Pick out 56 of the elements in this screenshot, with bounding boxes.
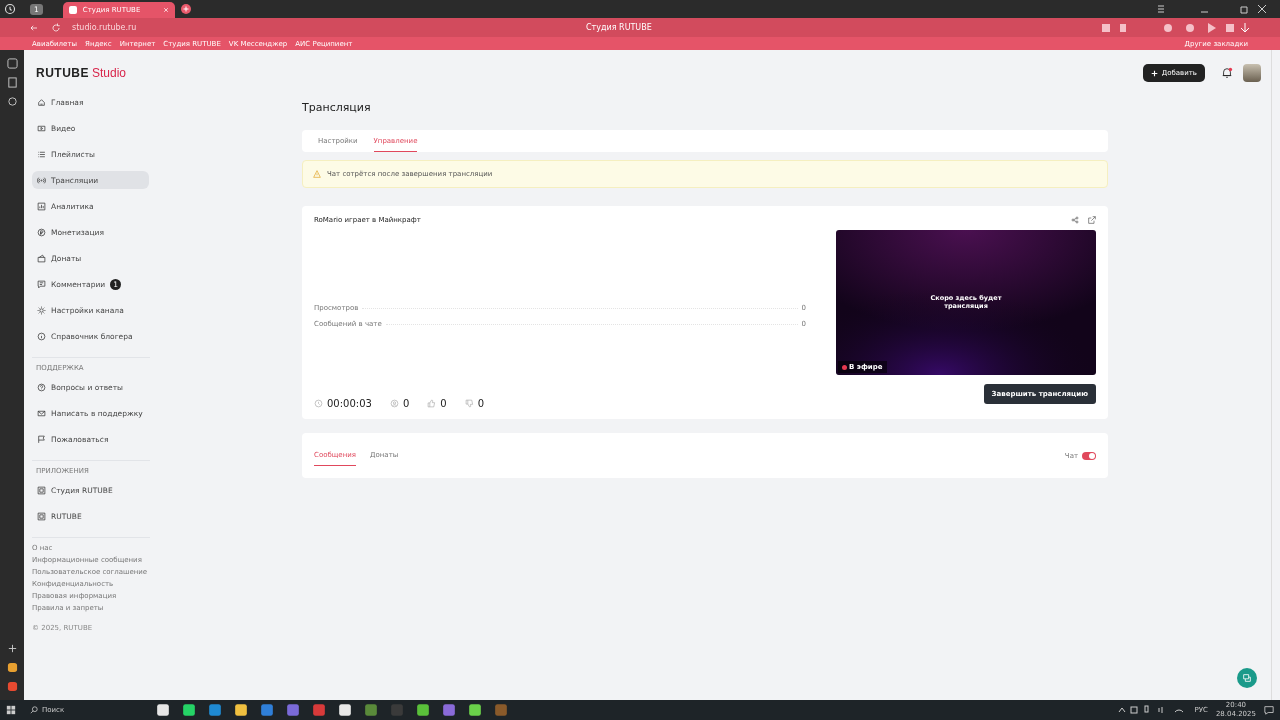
counter-value: 0 [477, 398, 485, 409]
app-icon[interactable] [6, 662, 18, 673]
thumbs-up-icon [427, 399, 437, 408]
search-icon [30, 706, 38, 714]
chart-icon [37, 201, 46, 211]
settings-icon [37, 305, 46, 315]
question-icon [37, 382, 46, 392]
flag-icon [37, 434, 46, 444]
window-controls-icon[interactable] [1156, 4, 1266, 14]
mail-icon [37, 408, 46, 418]
thumbs-down-icon [464, 399, 474, 408]
history-icon[interactable] [4, 3, 16, 15]
close-icon[interactable] [162, 7, 169, 13]
taskbar-app-icon[interactable] [182, 703, 196, 717]
taskbar-app-icon[interactable] [416, 703, 430, 717]
duration: 00:00:03 [327, 398, 372, 409]
person-icon [389, 399, 399, 408]
app-icon [37, 485, 46, 495]
share-icon[interactable] [1071, 216, 1079, 224]
chat-icon [1242, 673, 1252, 683]
broadcast-icon [37, 175, 46, 185]
help-button[interactable] [1237, 668, 1257, 688]
coin-icon [37, 227, 46, 237]
page-title: Студия RUTUBE [586, 23, 652, 32]
external-link-icon[interactable] [1088, 216, 1096, 224]
warning-icon [313, 170, 321, 178]
sidebar-panel-icon[interactable] [6, 58, 18, 69]
app-icon[interactable] [6, 681, 18, 692]
bell-icon[interactable] [1221, 67, 1233, 79]
logo[interactable]: RUTUBE Studio [36, 66, 127, 80]
taskbar-app-icon[interactable] [338, 703, 352, 717]
wallet-icon [37, 253, 46, 263]
taskbar-app-icon[interactable] [156, 703, 170, 717]
taskbar-app-icon[interactable] [468, 703, 482, 717]
chat-toggle[interactable] [1082, 451, 1096, 460]
app-icon [37, 511, 46, 521]
clock-icon [314, 399, 323, 408]
sidebar-panel-icon[interactable] [6, 77, 18, 88]
counter-value: 0 [402, 398, 410, 409]
home-icon [37, 97, 46, 107]
start-icon[interactable] [6, 705, 16, 715]
list-icon [37, 149, 46, 159]
sidebar-panel-icon[interactable] [6, 96, 18, 107]
info-icon [37, 331, 46, 341]
taskbar-app-icon[interactable] [234, 703, 248, 717]
counter-value: 0 [440, 398, 447, 409]
toolbar-icons[interactable] [1102, 21, 1252, 34]
comment-icon [37, 279, 46, 289]
video-icon [37, 123, 46, 133]
avatar[interactable] [1243, 64, 1261, 82]
page-title: Трансляция [302, 101, 372, 114]
notification-icon[interactable] [1264, 705, 1274, 715]
new-tab-icon[interactable] [180, 4, 191, 14]
reload-icon[interactable] [50, 21, 62, 34]
plus-icon [1150, 69, 1158, 77]
add-icon[interactable] [6, 643, 18, 654]
